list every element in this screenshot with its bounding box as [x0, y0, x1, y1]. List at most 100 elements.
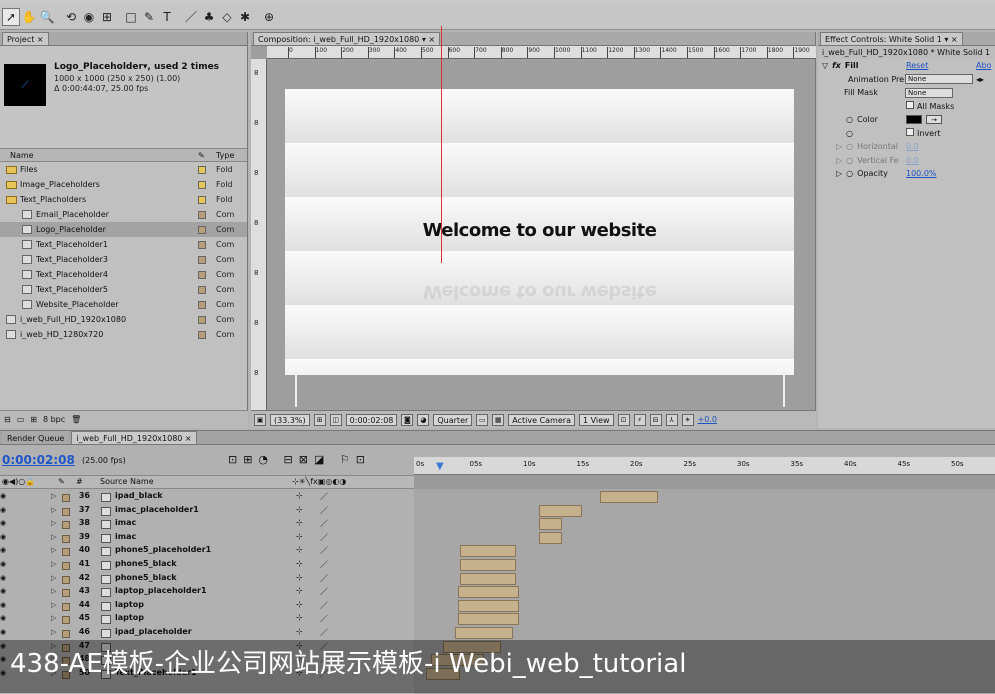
label-color-swatch[interactable]	[198, 300, 206, 309]
label-color-swatch[interactable]	[198, 165, 206, 174]
layer-name[interactable]: ipad_black	[115, 491, 163, 500]
camera-icon[interactable]: ◙	[401, 413, 414, 426]
layer-row[interactable]: ◉ ▷ 42 phone5_black ⊹ ／	[0, 573, 414, 587]
layer-duration-bar[interactable]	[538, 504, 583, 517]
layer-name[interactable]: phone5_black	[115, 559, 177, 568]
project-item[interactable]: Logo_Placeholder Com	[0, 222, 247, 237]
timeline-ruler[interactable]: 0s 05s 10s 15s 20s 25s 30s 35s 40s 45s 50s	[414, 457, 995, 475]
tab-composition[interactable]: Composition: i_web_Full_HD_1920x1080 ▾ ×	[253, 32, 441, 45]
project-item[interactable]: Website_Placeholder Com	[0, 297, 247, 312]
visibility-eye-icon[interactable]: ◉	[0, 533, 6, 541]
quality-switch-icon[interactable]: ／	[320, 505, 328, 516]
resolution-dropdown[interactable]: Quarter	[433, 413, 473, 426]
project-item[interactable]: Email_Placeholder Com	[0, 207, 247, 222]
layer-name[interactable]: laptop_placeholder1	[115, 586, 207, 595]
layer-duration-bar[interactable]	[460, 545, 516, 558]
layer-row[interactable]: ◉ ▷ 46 ipad_placeholder ⊹ ／	[0, 627, 414, 641]
quality-switch-icon[interactable]: ／	[320, 518, 328, 529]
layer-name[interactable]: phone5_black	[115, 573, 177, 582]
current-time-display[interactable]: 0:00:02:08	[2, 453, 75, 467]
layer-name[interactable]: phone5_placeholder1	[115, 545, 211, 554]
shy-switch-icon[interactable]: ⊹	[296, 586, 303, 595]
timeline-switch-icons[interactable]: ⊡⊞◔ ⊟⊠◪ ⚐⊡	[228, 453, 371, 466]
invert-checkbox[interactable]	[906, 128, 914, 137]
label-color-swatch[interactable]	[198, 240, 206, 249]
brush-icon[interactable]: ／	[182, 8, 200, 26]
layer-name[interactable]: laptop	[115, 600, 144, 609]
project-item[interactable]: Files Fold	[0, 162, 247, 177]
rotate-icon[interactable]: ⟲	[62, 8, 80, 26]
expand-triangle-icon[interactable]: ▷	[51, 533, 56, 541]
shy-switch-icon[interactable]: ⊹	[296, 600, 303, 609]
interpret-footage-icon[interactable]: ⊟	[4, 415, 11, 424]
shy-switch-icon[interactable]: ⊹	[296, 545, 303, 554]
expand-triangle-icon[interactable]: ▷	[836, 156, 842, 165]
project-item[interactable]: Text_Placholders Fold	[0, 192, 247, 207]
label-color-swatch[interactable]	[198, 270, 206, 279]
layer-row[interactable]: ◉ ▷ 41 phone5_black ⊹ ／	[0, 559, 414, 573]
layer-duration-bar[interactable]	[538, 531, 563, 544]
layer-name[interactable]: ipad_placeholder	[115, 627, 192, 636]
exposure-value[interactable]: +0.0	[698, 415, 717, 424]
expand-triangle-icon[interactable]: ▷	[836, 142, 842, 151]
layer-row[interactable]: ◉ ▷ 43 laptop_placeholder1 ⊹ ／	[0, 586, 414, 600]
tab-render-queue[interactable]: Render Queue	[2, 431, 70, 444]
visibility-eye-icon[interactable]: ◉	[0, 560, 6, 568]
layer-row[interactable]: ◉ ▷ 39 imac ⊹ ／	[0, 532, 414, 546]
quality-switch-icon[interactable]: ／	[320, 491, 328, 502]
new-comp-icon[interactable]: ⊞	[30, 415, 37, 424]
quality-switch-icon[interactable]: ／	[320, 586, 328, 597]
layer-duration-bar[interactable]	[460, 572, 516, 585]
project-item[interactable]: Text_Placeholder1 Com	[0, 237, 247, 252]
horizontal-value[interactable]: 0.0	[906, 142, 919, 151]
label-color-swatch[interactable]	[198, 315, 206, 324]
shy-switch-icon[interactable]: ⊹	[296, 559, 303, 568]
project-item[interactable]: i_web_HD_1280x720 Com	[0, 327, 247, 342]
layer-name[interactable]: laptop	[115, 613, 144, 622]
preset-nav-icon[interactable]: ◂▸	[976, 75, 984, 84]
grid-icon[interactable]: ⊞	[313, 413, 326, 426]
project-item[interactable]: Text_Placeholder5 Com	[0, 282, 247, 297]
visibility-eye-icon[interactable]: ◉	[0, 628, 6, 636]
flowchart-icon[interactable]: ⅄	[665, 413, 678, 426]
layer-duration-bar[interactable]	[457, 599, 519, 612]
layer-label-swatch[interactable]	[62, 494, 70, 502]
project-item[interactable]: Text_Placeholder4 Com	[0, 267, 247, 282]
view-layout-dropdown[interactable]: 1 View	[578, 413, 614, 426]
current-time-indicator[interactable]	[441, 26, 442, 263]
layer-label-swatch[interactable]	[62, 534, 70, 543]
clone-stamp-icon[interactable]: ♣	[200, 8, 218, 26]
label-color-swatch[interactable]	[198, 225, 206, 234]
label-color-swatch[interactable]	[198, 180, 206, 189]
stopwatch-icon[interactable]: ○	[846, 169, 853, 178]
shy-switch-icon[interactable]: ⊹	[296, 573, 303, 582]
layer-name[interactable]: imac	[115, 532, 136, 541]
region-icon[interactable]: ▭	[476, 413, 489, 426]
stopwatch-icon[interactable]: ○	[846, 115, 853, 124]
opacity-value[interactable]: 100.0%	[906, 169, 937, 178]
col-type[interactable]: Type	[216, 151, 234, 160]
visibility-eye-icon[interactable]: ◉	[0, 614, 6, 622]
comp-canvas[interactable]: Welcome to our website Welcome to our we…	[285, 89, 794, 375]
shy-switch-icon[interactable]: ⊹	[296, 532, 303, 541]
pen-icon[interactable]: ✎	[140, 8, 158, 26]
layer-label-swatch[interactable]	[62, 630, 70, 638]
fast-preview-icon[interactable]: ⚡	[633, 413, 646, 426]
color-swatch[interactable]	[906, 115, 922, 125]
expand-triangle-icon[interactable]: ▷	[836, 169, 842, 178]
label-color-swatch[interactable]	[198, 255, 206, 264]
layer-duration-bar[interactable]	[538, 518, 563, 531]
visibility-eye-icon[interactable]: ◉	[0, 601, 6, 609]
layer-label-swatch[interactable]	[62, 548, 70, 557]
visibility-eye-icon[interactable]: ◉	[0, 519, 6, 527]
axis-mode-icon[interactable]: ⊕	[260, 8, 278, 26]
eraser-icon[interactable]: ◇	[218, 8, 236, 26]
layer-label-swatch[interactable]	[62, 507, 70, 516]
about-link[interactable]: Abo	[976, 61, 991, 70]
layer-duration-bar[interactable]	[454, 627, 513, 639]
expand-triangle-icon[interactable]: ▷	[51, 614, 56, 622]
col-source-name[interactable]: Source Name	[100, 477, 154, 486]
transparency-grid-icon[interactable]: ▦	[492, 413, 505, 426]
quality-switch-icon[interactable]: ／	[320, 559, 328, 570]
layer-row[interactable]: ◉ ▷ 38 imac ⊹ ／	[0, 518, 414, 532]
